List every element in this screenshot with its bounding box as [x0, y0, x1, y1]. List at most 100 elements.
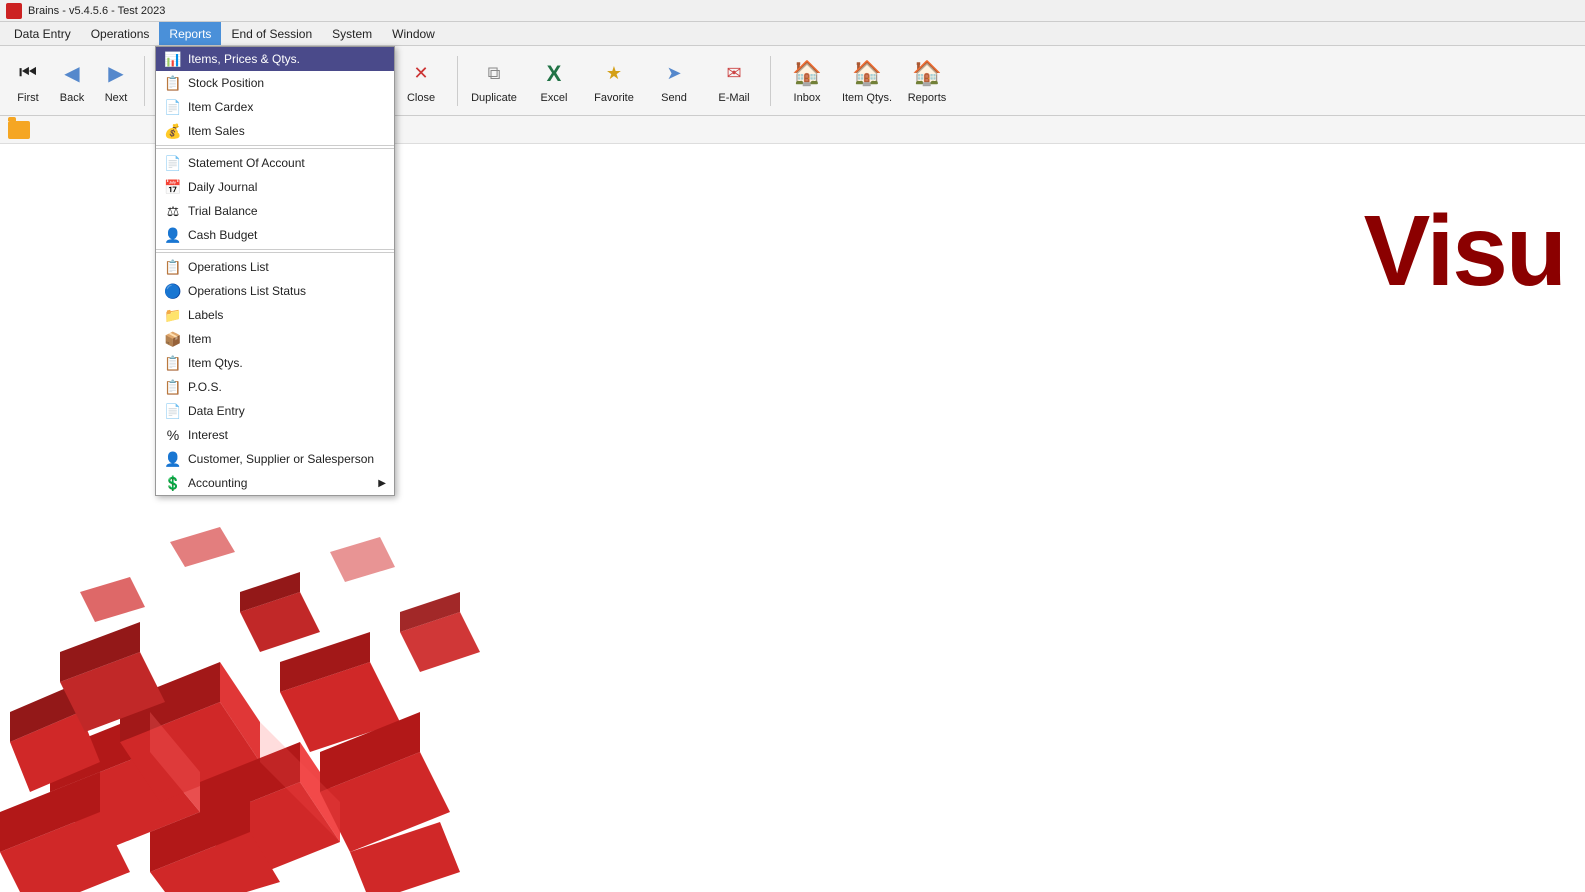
window-title: Brains - v5.4.5.6 - Test 2023: [28, 5, 165, 17]
inbox-icon: 🏠: [791, 58, 823, 90]
close-button[interactable]: ✕ Close: [393, 51, 449, 111]
dropdown-icon-accounting: 💲: [164, 474, 182, 492]
excel-icon: X: [538, 58, 570, 90]
dropdown-item-item-qtys[interactable]: 📋 Item Qtys.: [156, 351, 394, 375]
excel-label: Excel: [541, 92, 568, 104]
menubar: Data EntryOperationsReportsEnd of Sessio…: [0, 22, 1585, 46]
dropdown-label-data-entry: Data Entry: [188, 404, 245, 418]
close-icon: ✕: [405, 58, 437, 90]
dropdown-label-customer-supplier-salesperson: Customer, Supplier or Salesperson: [188, 452, 374, 466]
dropdown-icon-labels: 📁: [164, 306, 182, 324]
menu-item-system[interactable]: System: [322, 22, 382, 45]
nav-first-button[interactable]: ⏮ First: [8, 51, 48, 111]
dropdown-icon-operations-list-status: 🔵: [164, 282, 182, 300]
favorite-icon: ★: [598, 58, 630, 90]
reports-button[interactable]: 🏠 Reports: [899, 51, 955, 111]
menu-item-operations[interactable]: Operations: [81, 22, 160, 45]
dropdown-arrow-accounting: ▶: [378, 478, 386, 489]
dropdown-label-statement-of-account: Statement Of Account: [188, 156, 305, 170]
duplicate-label: Duplicate: [471, 92, 517, 104]
nav-back-button[interactable]: ◀ Back: [52, 51, 92, 111]
dropdown-separator-after-item-sales: [156, 145, 394, 146]
dropdown-icon-statement-of-account: 📄: [164, 154, 182, 172]
dropdown-label-trial-balance: Trial Balance: [188, 204, 258, 218]
dropdown-separator-after-cash-budget: [156, 249, 394, 250]
dropdown-item-accounting[interactable]: 💲 Accounting ▶: [156, 471, 394, 495]
back-icon: ◀: [56, 58, 88, 90]
excel-button[interactable]: X Excel: [526, 51, 582, 111]
app-icon: [6, 3, 22, 19]
email-button[interactable]: ✉ E-Mail: [706, 51, 762, 111]
dropdown-item-cash-budget[interactable]: 👤 Cash Budget: [156, 223, 394, 247]
dropdown-label-item: Item: [188, 332, 211, 346]
nav-next-button[interactable]: ▶ Next: [96, 51, 136, 111]
send-button[interactable]: ➤ Send: [646, 51, 702, 111]
toolbar-sep-3: [770, 56, 771, 106]
dropdown-icon-customer-supplier-salesperson: 👤: [164, 450, 182, 468]
dropdown-item-interest[interactable]: % Interest: [156, 423, 394, 447]
dropdown-icon-trial-balance: ⚖: [164, 202, 182, 220]
dropdown-icon-daily-journal: 📅: [164, 178, 182, 196]
dropdown-icon-operations-list: 📋: [164, 258, 182, 276]
dropdown-label-daily-journal: Daily Journal: [188, 180, 257, 194]
inbox-button[interactable]: 🏠 Inbox: [779, 51, 835, 111]
inbox-label: Inbox: [794, 92, 821, 104]
menu-item-window[interactable]: Window: [382, 22, 445, 45]
nav-first-label: First: [17, 92, 38, 104]
dropdown-item-trial-balance[interactable]: ⚖ Trial Balance: [156, 199, 394, 223]
dropdown-menu: 📊Items, Prices & Qtys.📋Stock Position📄It…: [155, 144, 395, 496]
dropdown-label-operations-list-status: Operations List Status: [188, 284, 306, 298]
dropdown-label-cash-budget: Cash Budget: [188, 228, 257, 242]
titlebar: Brains - v5.4.5.6 - Test 2023: [0, 0, 1585, 22]
dropdown-icon-item: 📦: [164, 330, 182, 348]
dropdown-label-interest: Interest: [188, 428, 228, 442]
dropdown-label-pos: P.O.S.: [188, 380, 222, 394]
dropdown-item-pos[interactable]: 📋 P.O.S.: [156, 375, 394, 399]
menu-item-end-of-session[interactable]: End of Session: [221, 22, 322, 45]
dropdown-icon-pos: 📋: [164, 378, 182, 396]
favorite-label: Favorite: [594, 92, 634, 104]
send-label: Send: [661, 92, 687, 104]
email-label: E-Mail: [718, 92, 749, 104]
dropdown-label-labels: Labels: [188, 308, 223, 322]
close-label: Close: [407, 92, 435, 104]
reports-label: Reports: [908, 92, 947, 104]
dropdown-item-operations-list-status[interactable]: 🔵 Operations List Status: [156, 279, 394, 303]
dropdown-icon-data-entry: 📄: [164, 402, 182, 420]
main-content: Visu 📊Items, Prices & Qtys.📋Stock Positi…: [0, 144, 1585, 892]
dropdown-icon-item-qtys: 📋: [164, 354, 182, 372]
nav-next-label: Next: [105, 92, 128, 104]
toolbar-sep-2: [457, 56, 458, 106]
dropdown-label-item-qtys: Item Qtys.: [188, 356, 243, 370]
dropdown-item-item[interactable]: 📦 Item: [156, 327, 394, 351]
menu-item-reports[interactable]: Reports: [159, 22, 221, 45]
visu-text: Visu: [1364, 194, 1565, 309]
reports-icon: 🏠: [911, 58, 943, 90]
item-qtys-button[interactable]: 🏠 Item Qtys.: [839, 51, 895, 111]
dropdown-separator-statement-of-account: [156, 148, 394, 149]
menu-item-data-entry[interactable]: Data Entry: [4, 22, 81, 45]
nav-back-label: Back: [60, 92, 84, 104]
item-qtys-icon: 🏠: [851, 58, 883, 90]
dropdown-separator-operations-list: [156, 252, 394, 253]
toolbar-sep-1: [144, 56, 145, 106]
duplicate-button[interactable]: ⧉ Duplicate: [466, 51, 522, 111]
dropdown-item-data-entry[interactable]: 📄 Data Entry: [156, 399, 394, 423]
dropdown-item-labels[interactable]: 📁 Labels: [156, 303, 394, 327]
favorite-button[interactable]: ★ Favorite: [586, 51, 642, 111]
dropdown-label-operations-list: Operations List: [188, 260, 269, 274]
dropdown-item-statement-of-account[interactable]: 📄 Statement Of Account: [156, 151, 394, 175]
send-icon: ➤: [658, 58, 690, 90]
dropdown-item-customer-supplier-salesperson[interactable]: 👤 Customer, Supplier or Salesperson: [156, 447, 394, 471]
dropdown-icon-interest: %: [164, 426, 182, 444]
dropdown-item-daily-journal[interactable]: 📅 Daily Journal: [156, 175, 394, 199]
email-icon: ✉: [718, 58, 750, 90]
item-qtys-label: Item Qtys.: [842, 92, 892, 104]
folder-icon[interactable]: [8, 121, 30, 139]
duplicate-icon: ⧉: [478, 58, 510, 90]
dropdown-label-accounting: Accounting: [188, 476, 247, 490]
first-icon: ⏮: [12, 58, 44, 90]
dropdown-item-operations-list[interactable]: 📋 Operations List: [156, 255, 394, 279]
dropdown-icon-cash-budget: 👤: [164, 226, 182, 244]
next-icon: ▶: [100, 58, 132, 90]
